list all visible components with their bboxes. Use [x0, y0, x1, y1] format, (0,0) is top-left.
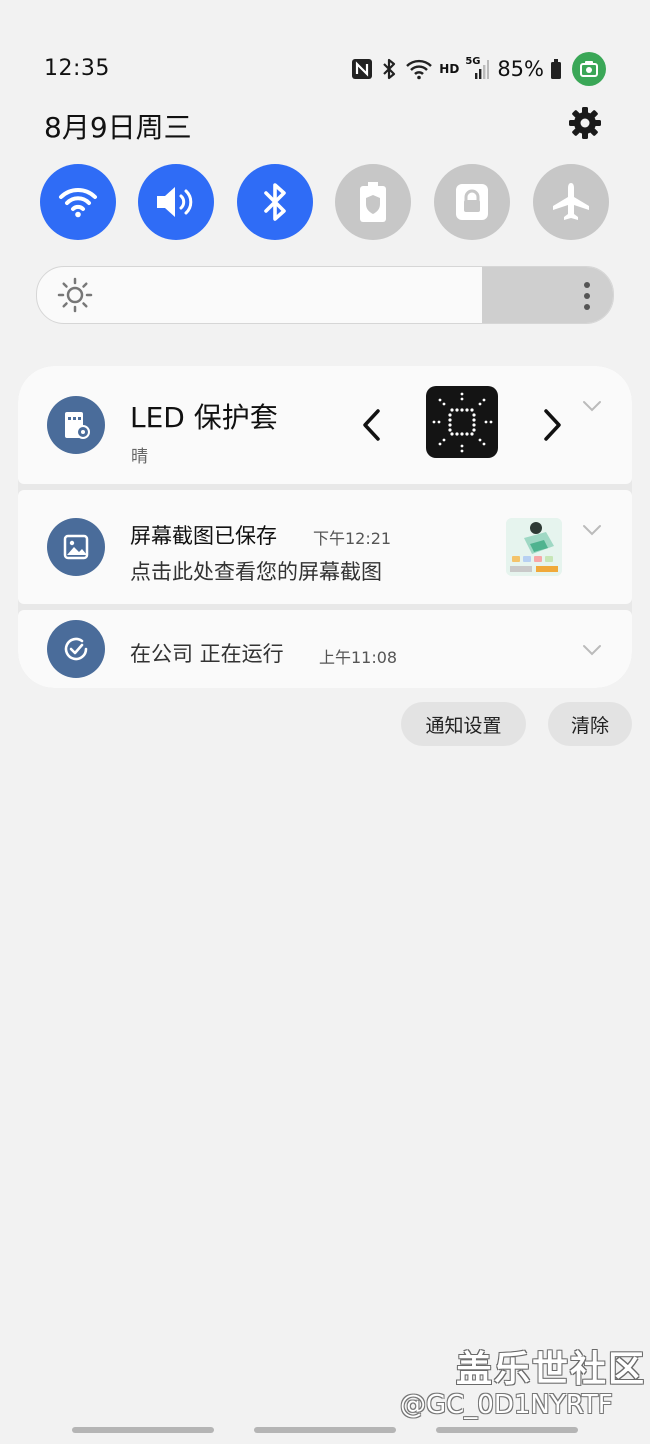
battery-percent: 85%	[497, 57, 544, 81]
nav-back-bar[interactable]	[436, 1427, 578, 1433]
watermark-user: @GC_0D1NYRTF	[400, 1390, 613, 1420]
routine-time: 上午11:08	[319, 648, 398, 667]
speaker-icon	[157, 187, 193, 217]
screenshot-body: 点击此处查看您的屏幕截图	[130, 560, 382, 584]
screenshot-thumbnail[interactable]	[506, 518, 562, 576]
sun-icon	[57, 277, 93, 313]
routine-app-icon	[47, 620, 105, 678]
bluetooth-toggle[interactable]	[237, 164, 313, 240]
battery-protect-toggle[interactable]	[335, 164, 411, 240]
5g-signal-icon: 5G	[465, 56, 490, 81]
screenshot-notification[interactable]: 屏幕截图已保存 下午12:21 点击此处查看您的屏幕截图	[18, 490, 632, 604]
notification-settings-button[interactable]: 通知设置	[401, 702, 526, 746]
secure-folder-toggle[interactable]	[434, 164, 510, 240]
gear-icon[interactable]	[568, 106, 602, 140]
wifi-icon	[59, 187, 97, 218]
nfc-icon	[351, 58, 373, 80]
wifi-toggle[interactable]	[40, 164, 116, 240]
screenshot-time: 下午12:21	[313, 529, 392, 548]
led-pattern-preview[interactable]	[426, 386, 498, 458]
lock-icon	[456, 184, 488, 220]
nav-recents-bar[interactable]	[72, 1427, 214, 1433]
routine-title: 在公司 正在运行	[130, 642, 284, 666]
notification-panel: LED 保护套 晴 屏幕截图已保存 下午12:21 点击此处查看您的屏幕截图 在…	[18, 366, 632, 688]
led-title: LED 保护套	[130, 401, 278, 434]
brightness-track-remaining	[482, 267, 613, 323]
chevron-down-icon[interactable]	[582, 524, 602, 536]
led-app-icon	[47, 396, 105, 454]
chevron-left-icon[interactable]	[360, 408, 384, 442]
date-label: 8月9日周三	[44, 111, 192, 144]
battery-shield-icon	[360, 182, 386, 222]
airplane-toggle[interactable]	[533, 164, 609, 240]
gallery-app-icon	[47, 518, 105, 576]
wifi-icon	[405, 58, 433, 80]
status-icons: HD 5G 85%	[351, 52, 606, 86]
routine-running-notification[interactable]: 在公司 正在运行 上午11:08	[18, 610, 632, 688]
more-vertical-icon[interactable]	[583, 281, 591, 311]
led-cover-notification[interactable]: LED 保护套 晴	[18, 366, 632, 484]
brightness-slider[interactable]	[36, 266, 614, 324]
watermark-title: 盖乐世社区	[456, 1349, 647, 1390]
chevron-down-icon[interactable]	[582, 644, 602, 656]
chevron-right-icon[interactable]	[540, 408, 564, 442]
clear-button[interactable]: 清除	[548, 702, 632, 746]
battery-icon	[550, 58, 562, 80]
led-subtitle: 晴	[131, 447, 148, 467]
chevron-down-icon[interactable]	[582, 400, 602, 412]
screenshot-title: 屏幕截图已保存	[130, 524, 277, 548]
bluetooth-icon	[264, 183, 286, 221]
status-time: 12:35	[44, 56, 110, 81]
hd-icon: HD	[439, 62, 460, 76]
screen-recorder-icon[interactable]	[572, 52, 606, 86]
airplane-icon	[553, 183, 589, 220]
bluetooth-icon	[379, 58, 399, 80]
nav-home-bar[interactable]	[254, 1427, 396, 1433]
sound-toggle[interactable]	[138, 164, 214, 240]
